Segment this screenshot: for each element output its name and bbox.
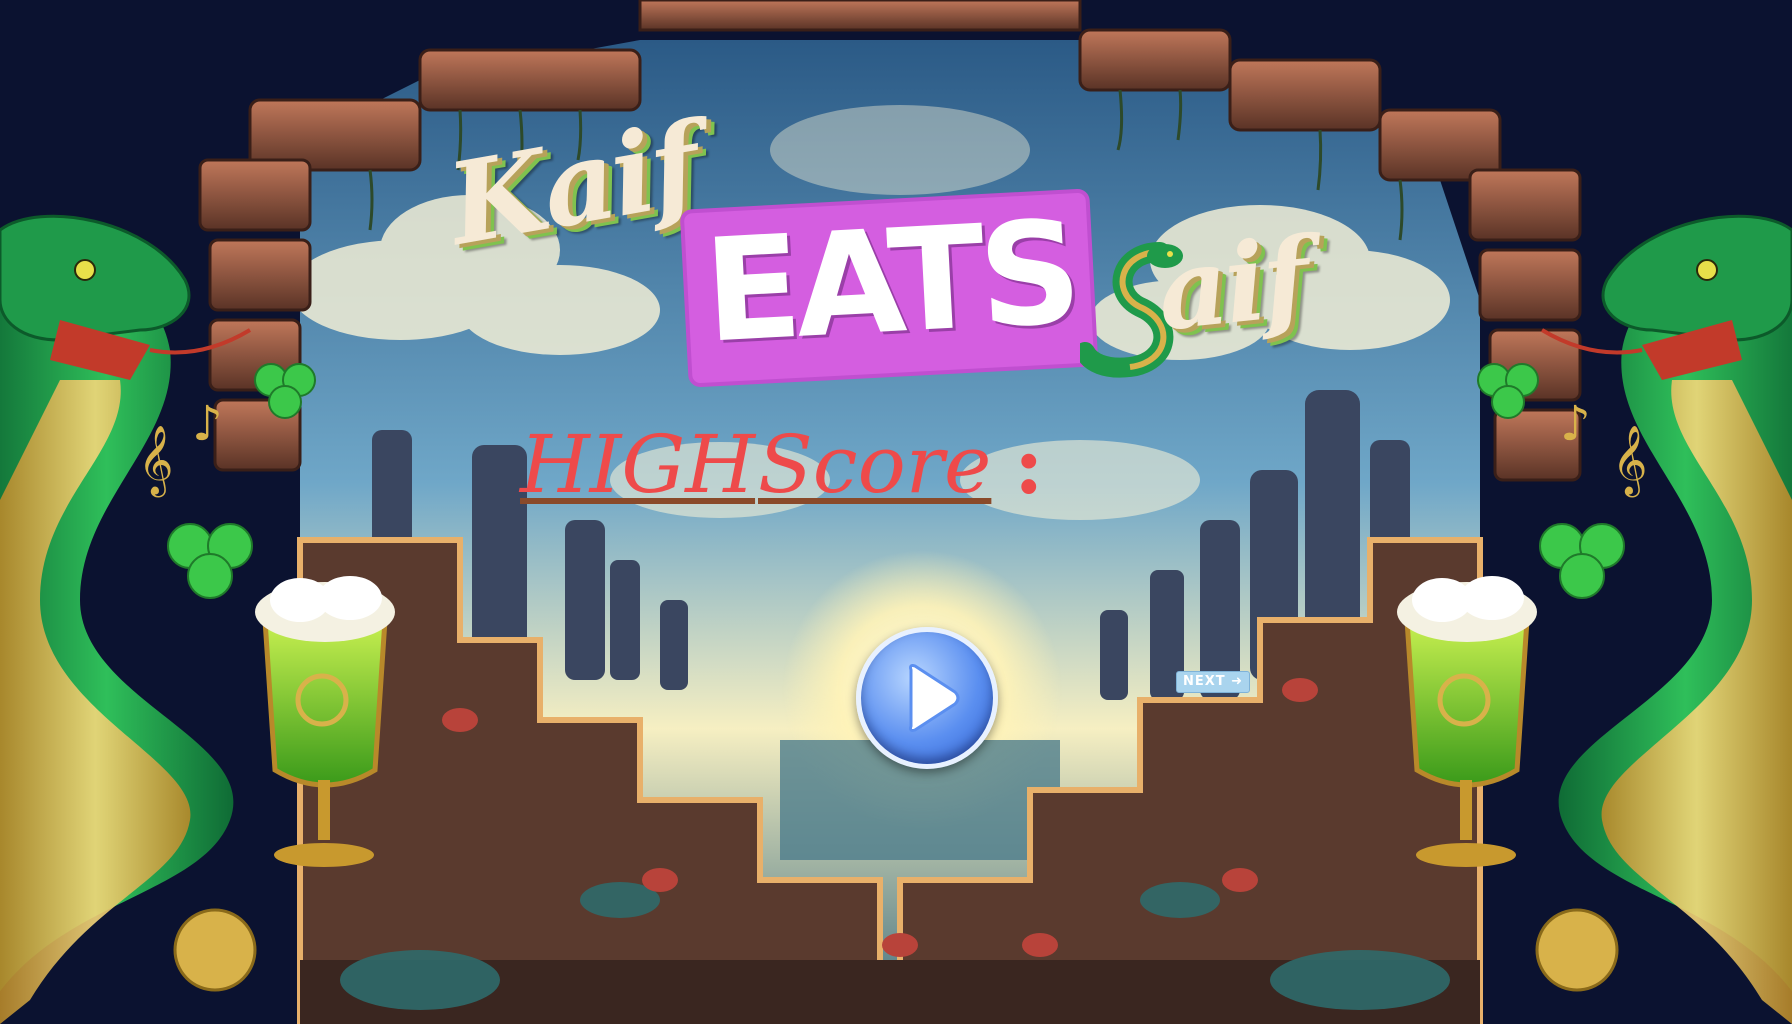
svg-text:♪: ♪ <box>1560 396 1591 452</box>
next-button[interactable]: NEXT ➜ <box>1176 671 1250 693</box>
background-scene: 𝄞 ♪ 𝄞 ♪ <box>0 0 1792 1024</box>
title-eats: EATS <box>700 190 1080 375</box>
game-start-screen: 𝄞 ♪ 𝄞 ♪ Kaif EATS aif HIGH Score: NEXT … <box>0 0 1792 1024</box>
svg-text:𝄞: 𝄞 <box>138 425 173 497</box>
play-button[interactable] <box>856 627 998 769</box>
arrow-right-icon: ➜ <box>1231 674 1244 689</box>
play-icon <box>909 664 960 732</box>
next-button-label: NEXT <box>1182 674 1226 689</box>
high-score-colon: : <box>1014 418 1044 512</box>
title-saif: aif <box>1151 214 1313 356</box>
high-score-label-high: HIGH <box>520 418 756 511</box>
svg-text:♪: ♪ <box>192 396 223 452</box>
svg-text:𝄞: 𝄞 <box>1612 425 1647 497</box>
high-score-label-score: Score <box>758 418 992 511</box>
